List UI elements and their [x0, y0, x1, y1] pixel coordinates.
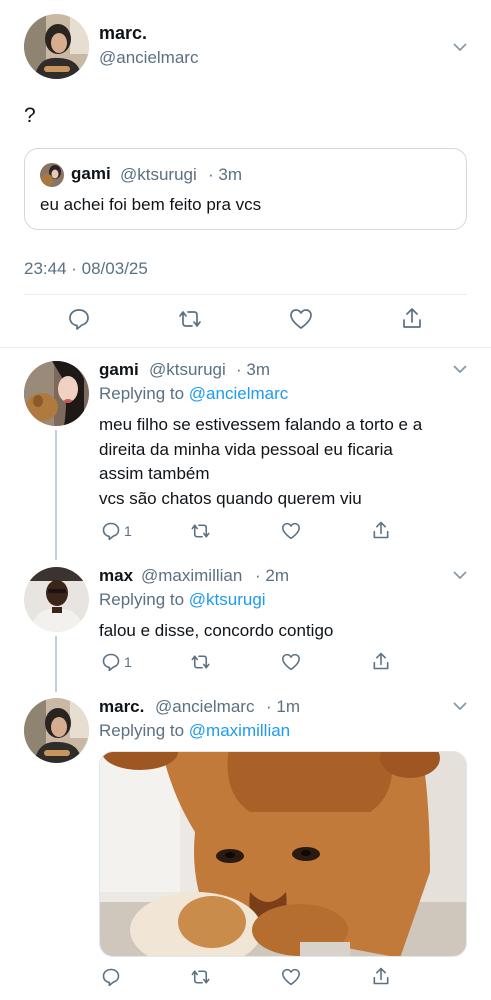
quoted-author-handle: @ktsurugi	[120, 165, 197, 184]
heart-icon	[282, 522, 300, 540]
reply-button[interactable]: 1	[101, 652, 132, 672]
reply-icon	[102, 522, 120, 541]
reply-icon	[102, 653, 120, 672]
share-icon	[373, 967, 389, 985]
tweet-time: · 3m	[236, 360, 270, 379]
heart-icon	[282, 968, 300, 986]
share-button[interactable]	[371, 966, 391, 986]
reply-button[interactable]	[101, 967, 121, 987]
tweet-time: · 1m	[266, 697, 300, 716]
replying-to: Replying to @maximillian	[99, 721, 290, 741]
retweet-button[interactable]	[189, 652, 212, 672]
tweet-text: ?	[24, 104, 36, 127]
replying-to: Replying to @ktsurugi	[99, 590, 266, 610]
retweet-button[interactable]	[176, 307, 204, 331]
tweet-text-line: vcs são chatos quando querem viu	[99, 489, 362, 508]
retweet-icon	[191, 655, 210, 669]
avatar[interactable]	[24, 567, 89, 632]
reply-button[interactable]: 1	[101, 521, 132, 541]
like-button[interactable]	[281, 653, 301, 671]
share-icon	[373, 652, 389, 670]
like-button[interactable]	[281, 522, 301, 540]
reply-button[interactable]	[67, 307, 91, 331]
author-name[interactable]: marc.	[99, 697, 144, 717]
quoted-tweet[interactable]: gami @ktsurugi · 3m eu achei foi bem fei…	[24, 148, 467, 230]
replying-to-handle[interactable]: @ancielmarc	[189, 384, 288, 403]
tweet-text-line: meu filho se estivessem falando a torto …	[99, 415, 423, 434]
replying-prefix: Replying to	[99, 384, 185, 403]
author-handle[interactable]: @ktsurugi	[149, 360, 226, 380]
replying-prefix: Replying to	[99, 721, 185, 740]
author-handle[interactable]: @maximillian	[141, 566, 242, 586]
reply-icon	[69, 309, 89, 330]
tweet-text-line: direita da minha vida pessoal eu ficaria	[99, 440, 393, 459]
replying-to-handle[interactable]: @maximillian	[189, 721, 290, 740]
retweet-button[interactable]	[189, 967, 212, 987]
retweet-icon	[191, 524, 210, 538]
avatar	[40, 163, 64, 187]
like-button[interactable]	[289, 308, 313, 330]
author-handle[interactable]: @ancielmarc	[99, 48, 198, 68]
author-name[interactable]: max	[99, 566, 133, 586]
chevron-down-icon[interactable]	[453, 701, 467, 711]
replying-prefix: Replying to	[99, 590, 185, 609]
tweet-timestamp: 23:44 · 08/03/25	[24, 259, 148, 278]
reply-icon	[102, 968, 120, 987]
dog-photo	[100, 752, 466, 956]
author-name[interactable]: marc.	[99, 23, 147, 44]
tweet-text-line: assim também	[99, 464, 210, 483]
share-icon	[373, 521, 389, 539]
tweet-time: · 2m	[255, 566, 289, 585]
share-button[interactable]	[371, 520, 391, 540]
heart-icon	[290, 309, 312, 329]
retweet-icon	[191, 970, 210, 984]
tweet-text-line: falou e disse, concordo contigo	[99, 621, 334, 640]
chevron-down-icon[interactable]	[453, 364, 467, 374]
tweet-media-image[interactable]	[99, 751, 467, 957]
replying-to: Replying to @ancielmarc	[99, 384, 288, 404]
replying-to-handle[interactable]: @ktsurugi	[189, 590, 266, 609]
retweet-button[interactable]	[189, 521, 212, 541]
quoted-time: · 3m	[208, 165, 242, 184]
quoted-author-name: gami	[71, 164, 111, 183]
share-button[interactable]	[400, 306, 424, 330]
thread-line	[55, 430, 57, 560]
author-handle[interactable]: @ancielmarc	[155, 697, 254, 717]
like-button[interactable]	[281, 968, 301, 986]
chevron-down-icon[interactable]	[453, 570, 467, 580]
chevron-down-icon[interactable]	[453, 42, 467, 52]
divider	[24, 294, 467, 295]
reply-count: 1	[124, 523, 132, 539]
thread-line	[55, 636, 57, 692]
quoted-text: eu achei foi bem feito pra vcs	[40, 195, 262, 214]
retweet-icon	[179, 311, 201, 327]
avatar[interactable]	[24, 14, 89, 79]
share-icon	[403, 308, 421, 328]
main-tweet: marc. @ancielmarc ? gami @ktsurugi · 3m …	[0, 0, 491, 348]
share-button[interactable]	[371, 651, 391, 671]
avatar[interactable]	[24, 361, 89, 426]
avatar[interactable]	[24, 698, 89, 763]
author-name[interactable]: gami	[99, 360, 139, 380]
heart-icon	[282, 653, 300, 671]
reply-count: 1	[124, 654, 132, 670]
